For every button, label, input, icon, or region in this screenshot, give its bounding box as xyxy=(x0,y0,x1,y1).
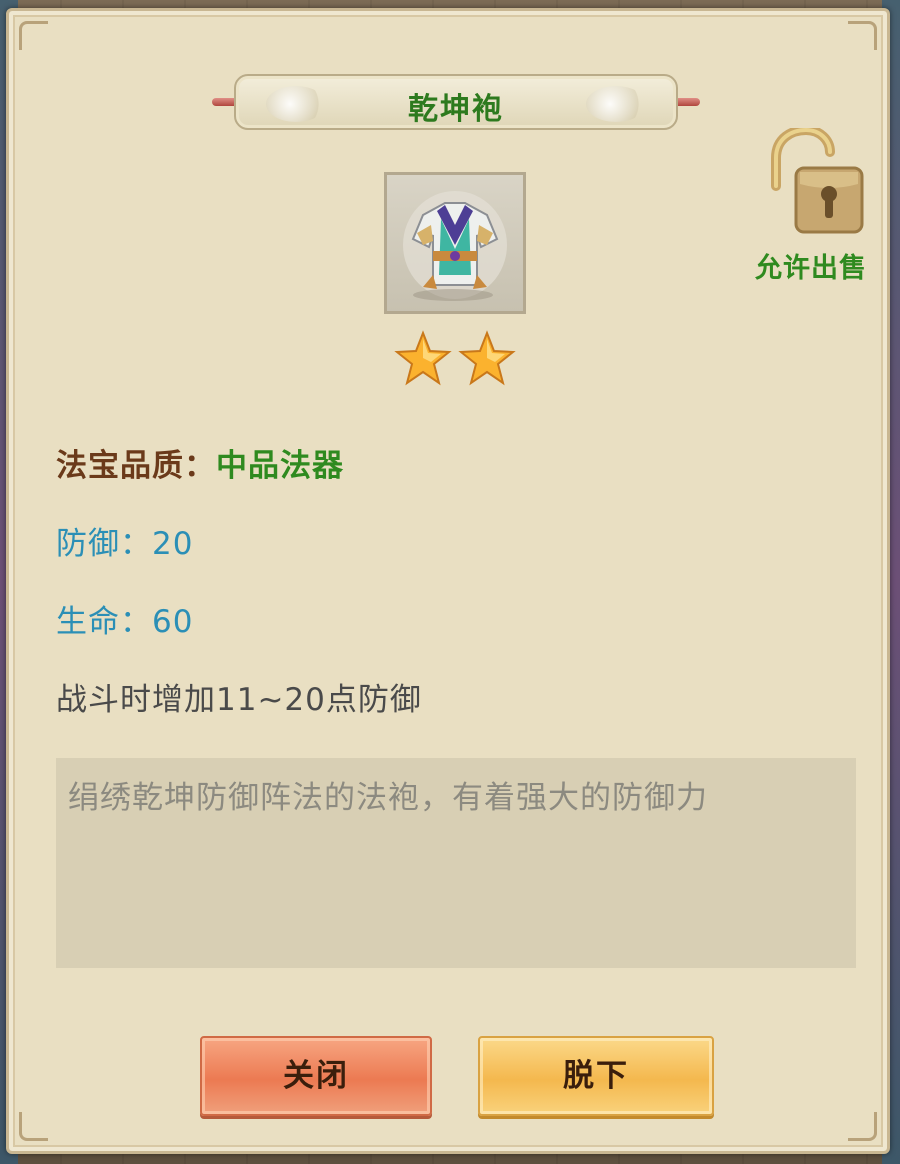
sale-lock-toggle[interactable]: 允许出售 xyxy=(748,128,874,288)
title-banner: 乾坤袍 xyxy=(212,72,700,132)
unlocked-padlock-icon xyxy=(771,128,864,234)
corner-ornament xyxy=(848,1112,877,1141)
item-description-text: 绢绣乾坤防御阵法的法袍，有着强大的防御力 xyxy=(68,780,708,816)
close-button[interactable]: 关闭 xyxy=(200,1036,432,1116)
item-description-box: 绢绣乾坤防御阵法的法袍，有着强大的防御力 xyxy=(56,758,856,968)
corner-ornament xyxy=(19,1112,48,1141)
corner-ornament xyxy=(848,21,877,50)
effect-description: 战斗时增加11~20点防御 xyxy=(56,682,422,718)
item-name-title: 乾坤袍 xyxy=(408,92,504,127)
quality-label: 法宝品质： xyxy=(56,448,216,484)
item-star-rating xyxy=(394,330,520,390)
armor-robe-icon xyxy=(403,191,507,301)
quality-line: 法宝品质：中品法器 xyxy=(56,440,344,485)
remove-equipment-button[interactable]: 脱下 xyxy=(478,1036,714,1116)
item-icon-frame xyxy=(384,172,526,314)
star-icon xyxy=(458,330,516,386)
corner-ornament xyxy=(19,21,48,50)
star-icon xyxy=(394,330,452,386)
banner-plate: 乾坤袍 xyxy=(234,74,678,130)
quality-value: 中品法器 xyxy=(216,448,344,484)
sale-status-label: 允许出售 xyxy=(755,253,867,284)
defense-stat: 防御：20 xyxy=(56,526,194,562)
life-stat: 生命：60 xyxy=(56,604,194,640)
